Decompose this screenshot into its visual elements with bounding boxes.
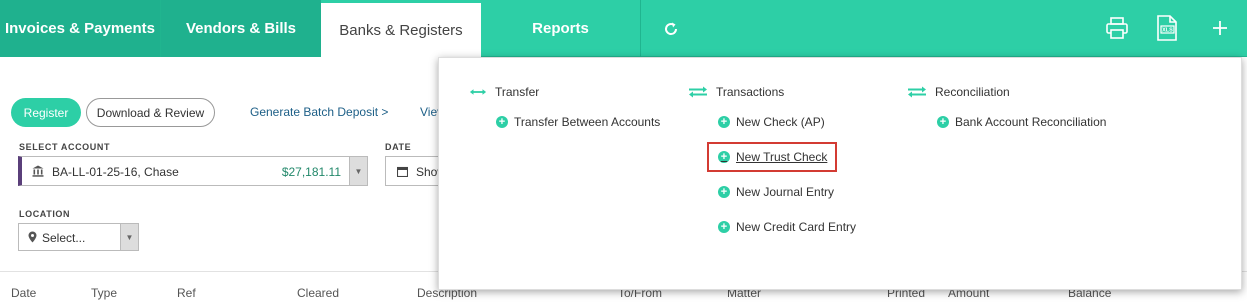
menu-item-label: New Trust Check — [736, 150, 828, 164]
menu-item-new-journal-entry[interactable]: + New Journal Entry — [718, 185, 834, 199]
location-label: LOCATION — [19, 209, 71, 219]
tab-reports[interactable]: Reports — [481, 0, 640, 57]
column-header-cleared[interactable]: Cleared — [297, 286, 339, 300]
xls-export-icon: XLS — [1157, 15, 1177, 41]
menu-item-label: New Credit Card Entry — [736, 220, 857, 234]
svg-text:XLS: XLS — [1162, 28, 1173, 34]
select-account-label: SELECT ACCOUNT — [19, 142, 111, 152]
download-review-button[interactable]: Download & Review — [86, 98, 215, 127]
top-nav-bar: Invoices & Payments Vendors & Bills Bank… — [0, 0, 1247, 58]
menu-heading-transfer: Transfer — [469, 85, 539, 99]
column-header-date[interactable]: Date — [11, 286, 36, 300]
menu-heading-label: Transactions — [716, 85, 785, 99]
plus-circle-icon: + — [496, 116, 508, 128]
location-select[interactable]: Select... ▼ — [18, 223, 139, 251]
dropdown-arrow-icon[interactable]: ▼ — [349, 157, 367, 185]
plus-circle-icon: + — [718, 151, 730, 163]
menu-item-label: New Check (AP) — [736, 115, 825, 129]
refresh-button[interactable] — [640, 0, 700, 57]
plus-circle-icon: + — [718, 186, 730, 198]
menu-item-label: Transfer Between Accounts — [514, 115, 661, 129]
plus-circle-icon: + — [718, 221, 730, 233]
date-label: DATE — [385, 142, 412, 152]
menu-item-label: Bank Account Reconciliation — [955, 115, 1107, 129]
export-xls-button[interactable]: XLS — [1154, 15, 1180, 41]
menu-heading-transactions: Transactions — [688, 85, 784, 99]
generate-batch-deposit-link[interactable]: Generate Batch Deposit > — [250, 105, 388, 119]
tab-banks-registers[interactable]: Banks & Registers — [321, 3, 481, 58]
menu-item-transfer-between-accounts[interactable]: + Transfer Between Accounts — [496, 115, 660, 129]
transfer-arrows-icon — [469, 89, 487, 95]
account-name: BA-LL-01-25-16, Chase — [52, 165, 179, 179]
column-header-type[interactable]: Type — [91, 286, 117, 300]
menu-item-new-check-ap[interactable]: + New Check (AP) — [718, 115, 825, 129]
dropdown-arrow-icon[interactable]: ▼ — [120, 224, 138, 250]
add-button[interactable] — [1207, 15, 1233, 41]
tab-invoices-payments[interactable]: Invoices & Payments — [0, 0, 161, 57]
register-button[interactable]: Register — [11, 98, 81, 127]
menu-item-new-credit-card-entry[interactable]: + New Credit Card Entry — [718, 220, 856, 234]
tab-vendors-bills[interactable]: Vendors & Bills — [161, 0, 321, 57]
menu-heading-reconciliation: Reconciliation — [907, 85, 1010, 99]
calendar-icon — [397, 166, 408, 177]
plus-circle-icon: + — [937, 116, 949, 128]
menu-heading-label: Reconciliation — [935, 85, 1010, 99]
menu-item-label: New Journal Entry — [736, 185, 835, 199]
menu-item-new-trust-check[interactable]: + New Trust Check — [718, 150, 827, 164]
print-button[interactable] — [1104, 15, 1130, 41]
date-select[interactable]: Show — [385, 156, 446, 186]
print-icon — [1106, 17, 1128, 39]
refresh-icon — [664, 22, 677, 35]
location-placeholder: Select... — [42, 231, 86, 245]
add-icon — [1213, 21, 1227, 35]
plus-circle-icon: + — [718, 116, 730, 128]
swap-arrows-icon — [908, 86, 926, 98]
account-balance: $27,181.11 — [281, 165, 341, 179]
account-select[interactable]: BA-LL-01-25-16, Chase $27,181.11 ▼ — [18, 156, 368, 186]
bank-icon — [32, 165, 44, 177]
swap-arrows-icon — [689, 86, 707, 98]
column-header-ref[interactable]: Ref — [177, 286, 196, 300]
map-pin-icon — [28, 231, 37, 243]
menu-item-bank-account-reconciliation[interactable]: + Bank Account Reconciliation — [937, 115, 1106, 129]
menu-heading-label: Transfer — [495, 85, 540, 99]
add-menu-dropdown: Transfer + Transfer Between Accounts Tra… — [438, 57, 1242, 290]
